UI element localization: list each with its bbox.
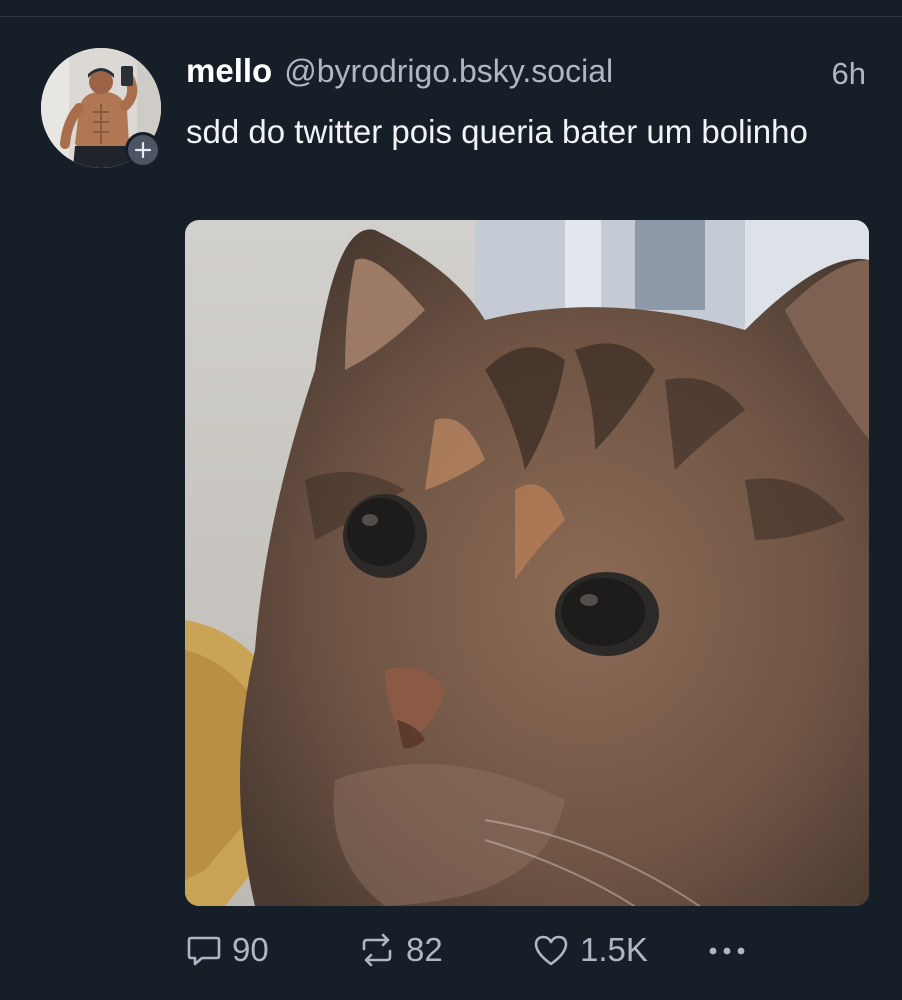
heart-icon	[534, 935, 568, 966]
speech-bubble-icon	[187, 936, 221, 966]
author-display-name[interactable]: mello	[186, 52, 272, 90]
like-button[interactable]: 1.5K	[532, 926, 648, 974]
post-text: sdd do twitter pois queria bater um boli…	[186, 113, 808, 150]
more-options-button[interactable]	[706, 926, 748, 974]
divider	[0, 16, 902, 17]
post-view: mello @byrodrigo.bsky.social 6h sdd do t…	[0, 0, 902, 1000]
plus-icon	[134, 141, 152, 159]
author-avatar-container[interactable]	[41, 48, 161, 168]
repost-count: 82	[406, 931, 443, 968]
reply-count: 90	[232, 931, 269, 968]
post-image[interactable]	[185, 220, 869, 906]
repost-button[interactable]: 82	[358, 926, 443, 974]
post-timestamp[interactable]: 6h	[832, 56, 866, 92]
cat-photo	[185, 220, 869, 906]
post-actions: 90 82 1.5K	[186, 926, 786, 974]
reply-button[interactable]: 90	[186, 926, 269, 974]
follow-button[interactable]	[125, 132, 161, 168]
post-header: mello @byrodrigo.bsky.social 6h	[186, 52, 870, 96]
ellipsis-icon	[709, 947, 745, 955]
repost-arrows-icon	[362, 933, 392, 967]
author-handle[interactable]: @byrodrigo.bsky.social	[284, 53, 613, 90]
like-count: 1.5K	[580, 931, 648, 968]
